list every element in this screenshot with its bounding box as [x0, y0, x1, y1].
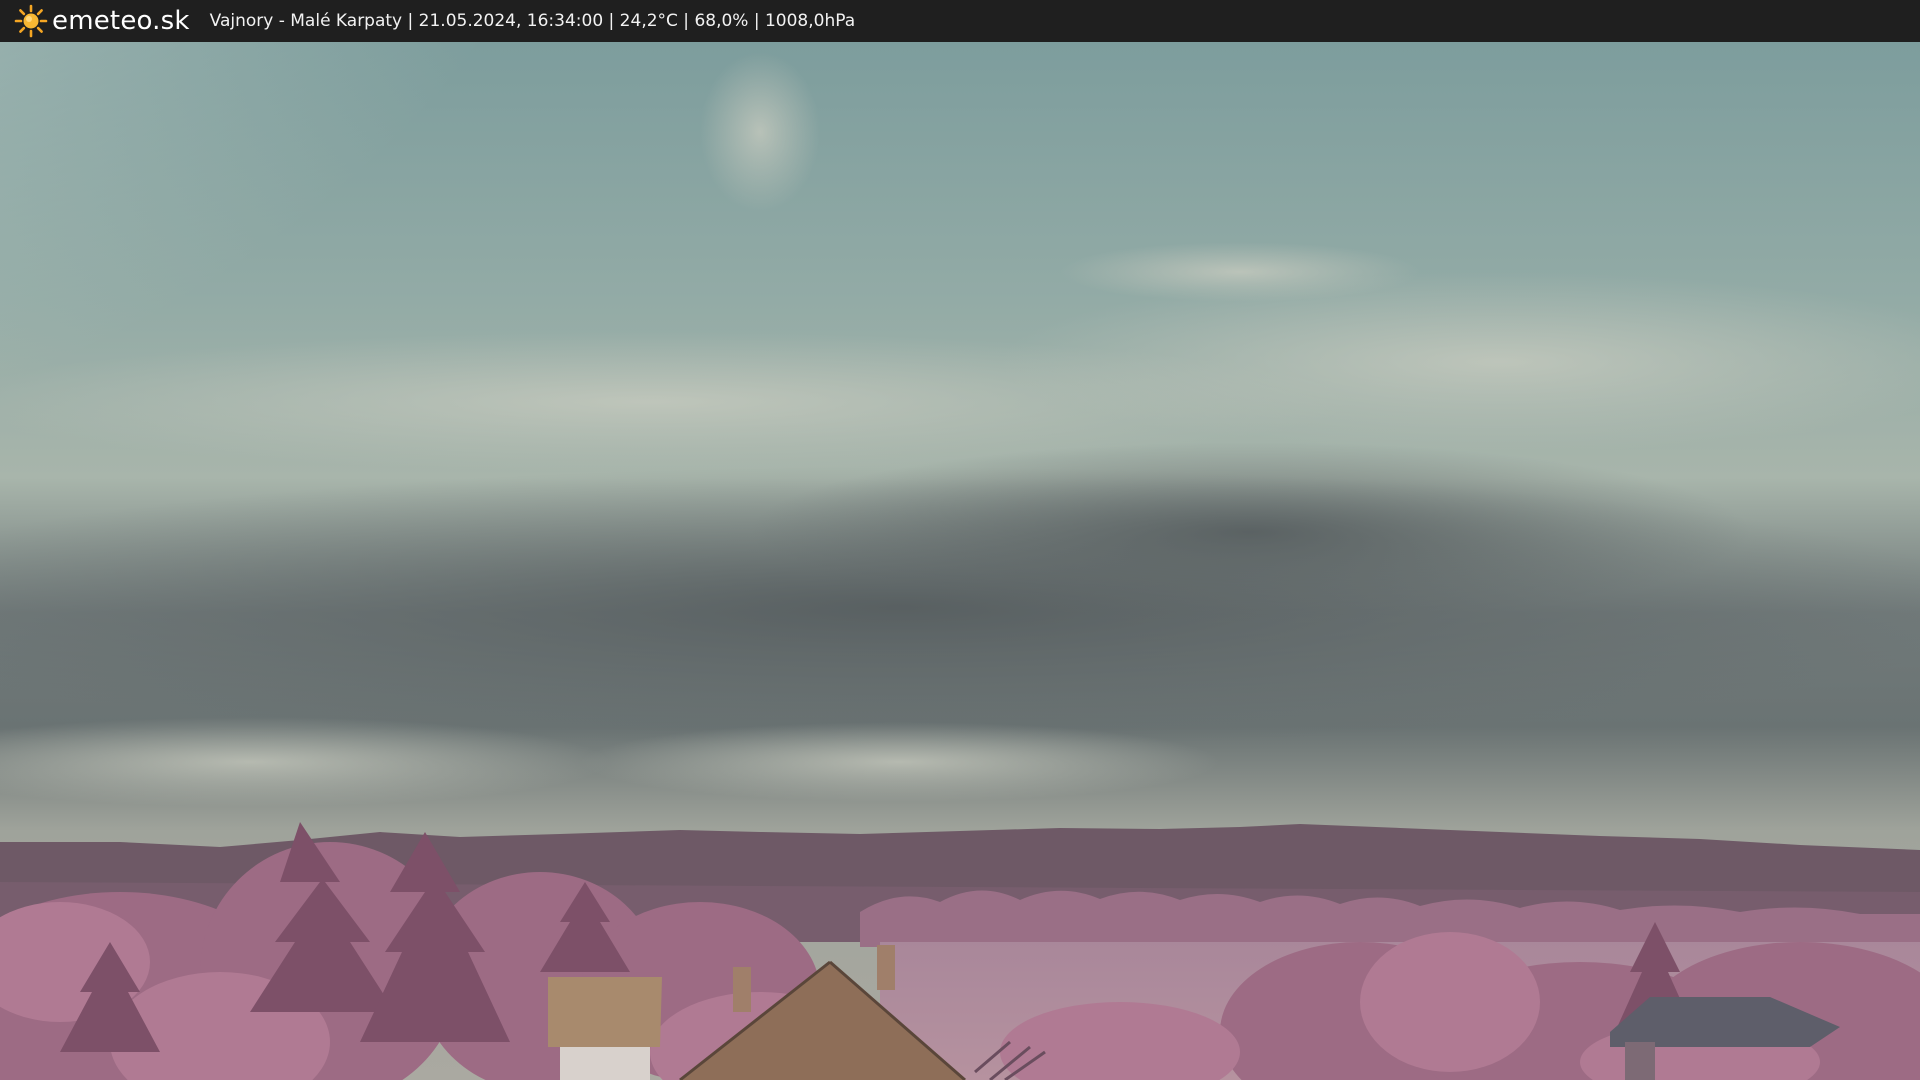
cloud-wisp: [700, 52, 820, 212]
top-bar: emeteo.sk Vajnory - Malé Karpaty | 21.05…: [0, 0, 1920, 42]
webcam-image: [0, 42, 1920, 1080]
sun-icon: [14, 4, 48, 38]
house-left: [548, 977, 662, 1080]
cloud-band-dark: [750, 442, 1750, 622]
webcam-caption: Vajnory - Malé Karpaty | 21.05.2024, 16:…: [209, 11, 856, 31]
cloud-lower: [580, 722, 1220, 802]
brand-name: emeteo.sk: [52, 6, 190, 36]
brand-logo[interactable]: emeteo.sk: [14, 4, 190, 38]
